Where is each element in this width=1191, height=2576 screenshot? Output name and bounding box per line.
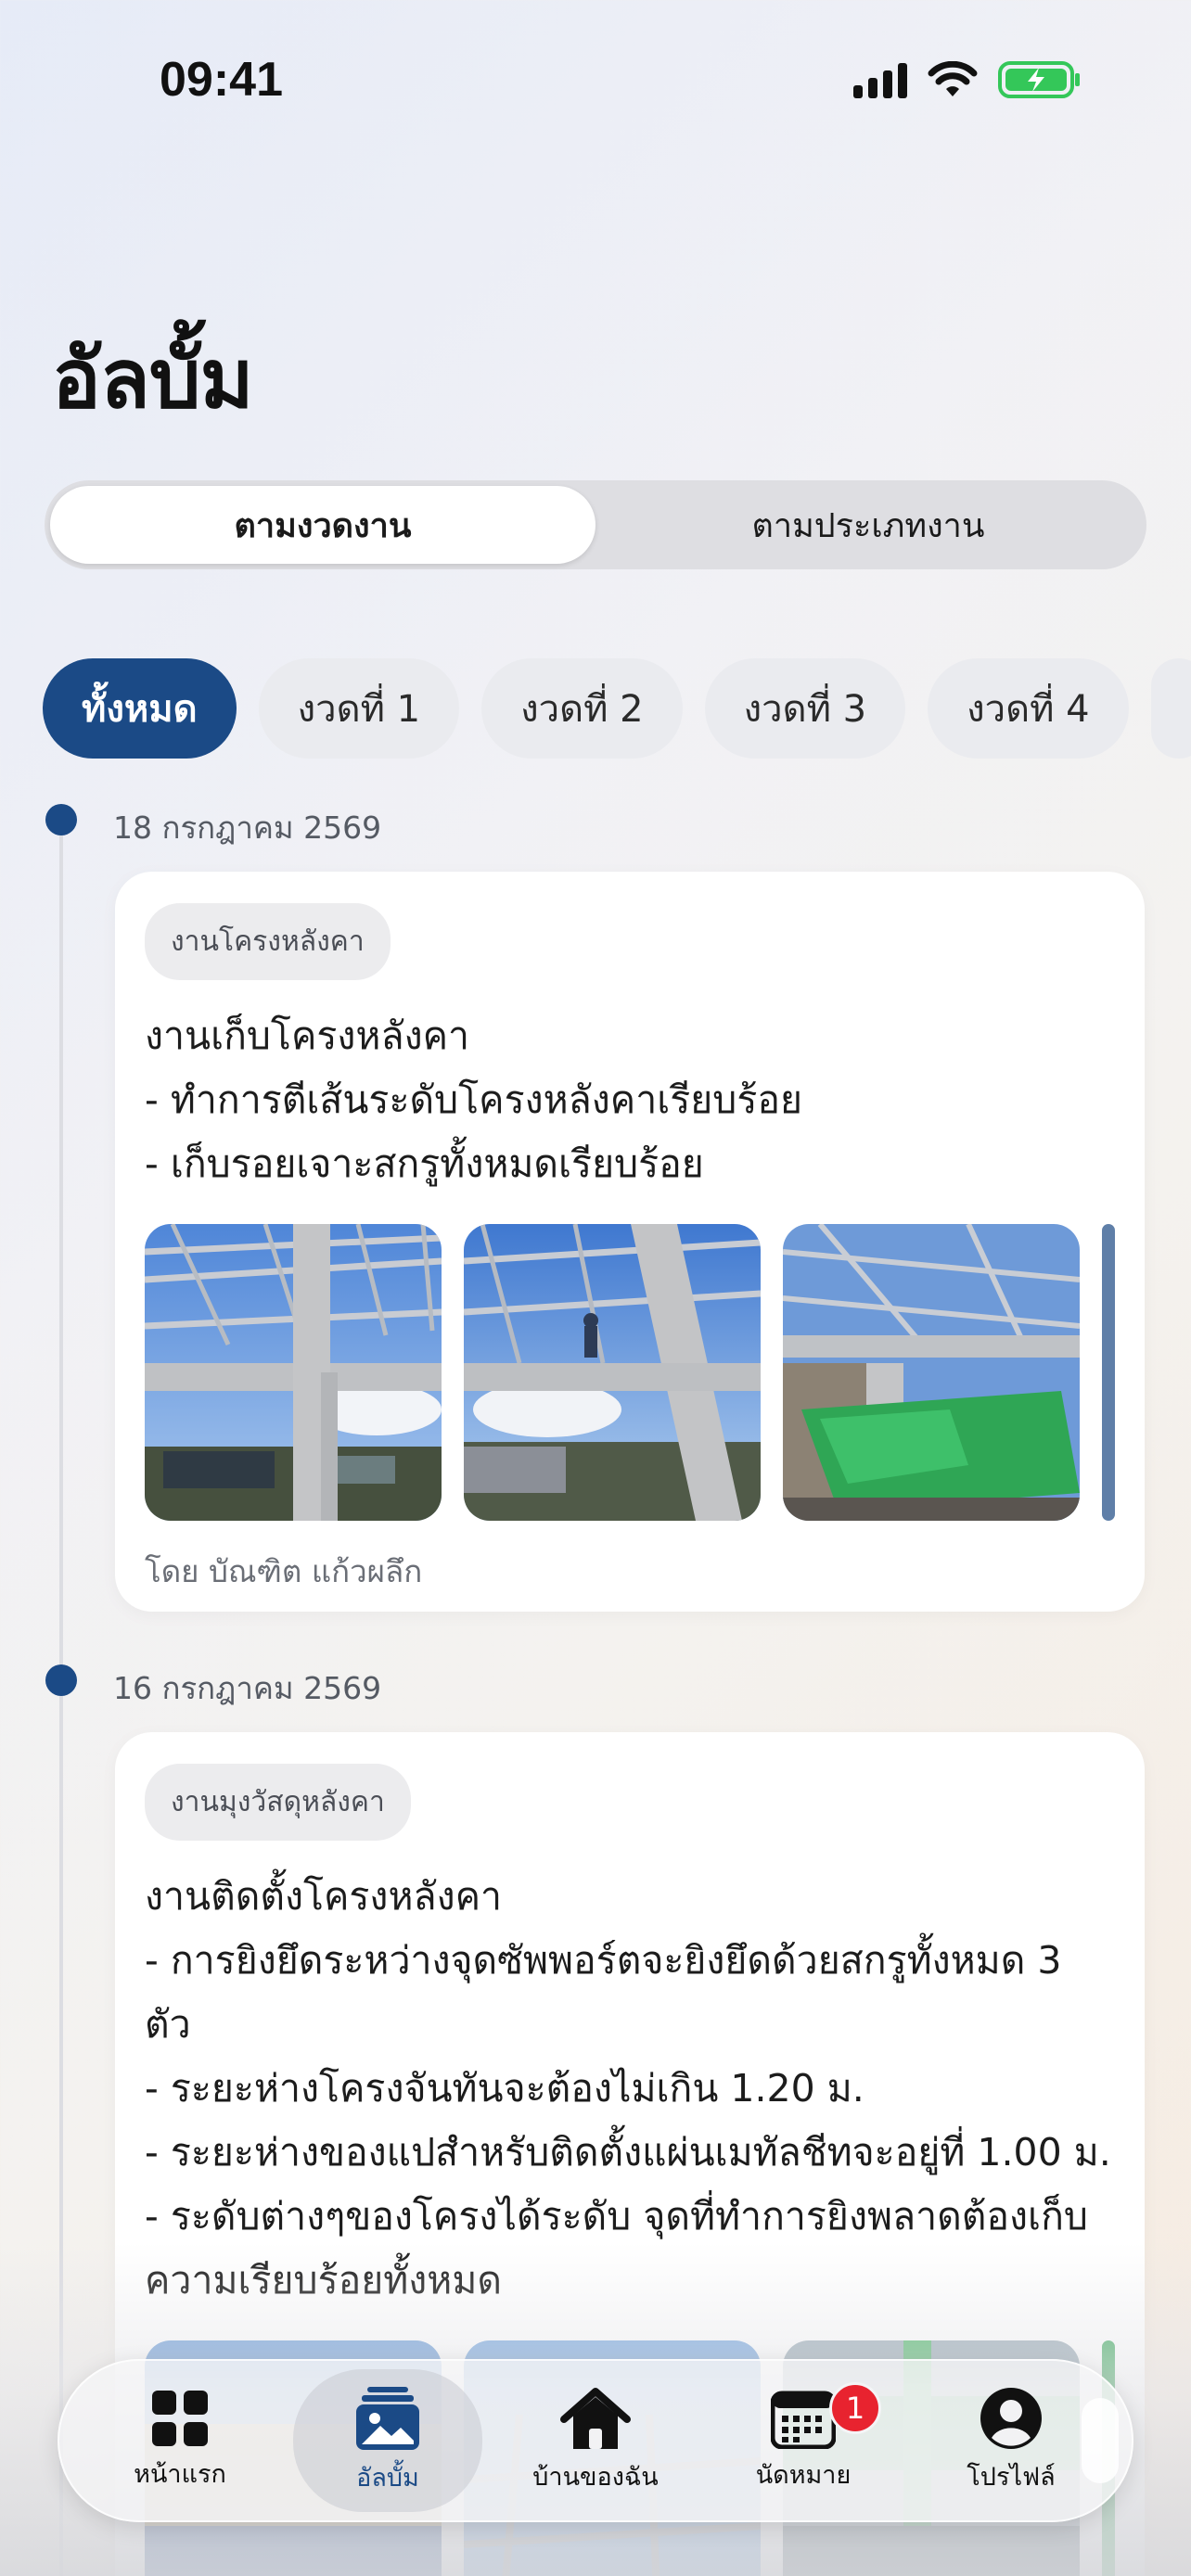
chip-more-partial[interactable] (1150, 658, 1191, 759)
tab-label: นัดหมาย (755, 2460, 852, 2490)
status-time: 09:41 (160, 53, 283, 107)
status-bar: 09:41 (0, 0, 1191, 148)
tab-label: หน้าแรก (134, 2459, 226, 2489)
installment-filter-chips: ทั้งหมด งวดที่ 1 งวดที่ 2 งวดที่ 3 งวดที… (43, 658, 1191, 760)
work-type-tag: งานมุงวัสดุหลังคา (145, 1764, 411, 1841)
tab-home[interactable]: หน้าแรก (76, 2371, 284, 2510)
tabbar-scroll-handle[interactable] (1082, 2398, 1119, 2483)
photo-thumbnail-partial[interactable] (1102, 1224, 1115, 1521)
house-icon (560, 2387, 631, 2449)
entry-date: 16 กรกฎาคม 2569 (113, 1670, 382, 1706)
profile-icon (980, 2387, 1042, 2449)
segment-by-work-type[interactable]: ตามประเภทงาน (596, 486, 1141, 564)
tab-album[interactable]: อัลบั้ม (284, 2369, 492, 2512)
entry-description: งานเก็บโครงหลังคา - ทำการตีเส้นระดับโครง… (145, 1004, 1115, 1196)
chip-all[interactable]: ทั้งหมด (43, 658, 237, 759)
bottom-tab-bar: หน้าแรก อัลบั้ม บ้านของฉัน 1 นัดหมาย โปร… (58, 2359, 1133, 2522)
photo-thumbnail[interactable] (145, 1224, 442, 1521)
chip-installment-3[interactable]: งวดที่ 3 (704, 658, 906, 759)
description-line: งานเก็บโครงหลังคา (145, 1014, 470, 1058)
view-mode-segmented-control: ตามงวดงาน ตามประเภทงาน (45, 480, 1146, 569)
status-icons (853, 59, 1082, 100)
calendar-icon (771, 2391, 836, 2449)
chip-installment-2[interactable]: งวดที่ 2 (481, 658, 683, 759)
description-line: - ระยะห่างของแปสำหรับติดตั้งแผ่นเมทัลชีท… (145, 2130, 1111, 2174)
battery-charging-icon (998, 59, 1082, 100)
entry-author: โดย บัณฑิต แก้วผลึก (145, 1553, 423, 1589)
description-line: งานติดตั้งโครงหลังคา (145, 1874, 503, 1919)
tab-label: โปรไฟล์ (967, 2462, 1056, 2492)
entry-date: 18 กรกฎาคม 2569 (113, 810, 382, 846)
album-entry-card[interactable]: งานโครงหลังคา งานเก็บโครงหลังคา - ทำการต… (115, 872, 1145, 1612)
wifi-icon (928, 61, 978, 98)
photo-thumbnail[interactable] (464, 1224, 761, 1521)
description-line: - การยิงยึดระหว่างจุดซัพพอร์ตจะยิงยึดด้ว… (145, 1938, 1062, 2047)
tab-label: อัลบั้ม (356, 2463, 419, 2493)
description-line: - ทำการตีเส้นระดับโครงหลังคาเรียบร้อย (145, 1078, 802, 1122)
photo-thumbnail[interactable] (783, 1224, 1080, 1521)
timeline-dot (45, 804, 77, 835)
photo-strip (145, 1224, 1145, 1521)
description-line: - ระยะห่างโครงจันทันจะต้องไม่เกิน 1.20 ม… (145, 2066, 864, 2111)
chip-installment-4[interactable]: งวดที่ 4 (928, 658, 1129, 759)
description-line: - เก็บรอยเจาะสกรูทั้งหมดเรียบร้อย (145, 1141, 704, 1186)
tab-appointments[interactable]: 1 นัดหมาย (699, 2371, 907, 2510)
notification-badge: 1 (829, 2382, 881, 2434)
tab-label: บ้านของฉัน (532, 2462, 659, 2492)
timeline-dot (45, 1664, 77, 1696)
segment-by-installment[interactable]: ตามงวดงาน (50, 486, 596, 564)
cellular-signal-icon (853, 61, 907, 98)
chip-installment-1[interactable]: งวดที่ 1 (258, 658, 460, 759)
work-type-tag: งานโครงหลังคา (145, 903, 391, 980)
page-title: อัลบั้ม (52, 333, 254, 425)
photo-album-icon (356, 2386, 419, 2450)
grid-icon (152, 2390, 208, 2446)
tab-my-home[interactable]: บ้านของฉัน (492, 2371, 699, 2510)
